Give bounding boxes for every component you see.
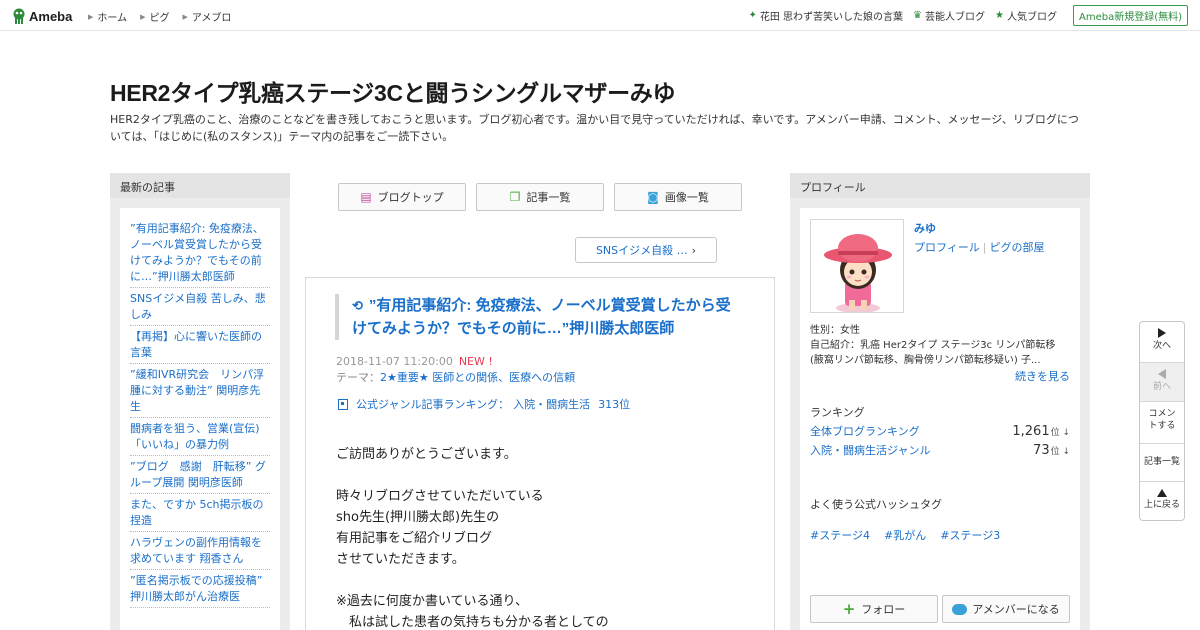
- recent-post-item[interactable]: 闘病者を狙う、営業(宣伝)「いいね」の暴力例: [130, 418, 270, 456]
- main-content: ▤ ブログトップ ❐ 記事一覧 ◙ 画像一覧 SNSイジメ自殺 … › ⟲ ”有用記事紹介…: [305, 173, 775, 630]
- camera-icon: ◙: [647, 190, 659, 204]
- link-separator: |: [982, 241, 987, 254]
- overall-ranking-value: 1,261: [1012, 424, 1050, 439]
- ranking-icon: [338, 398, 348, 410]
- genre-ranking-link[interactable]: 公式ジャンル記事ランキング： 入院・闘病生活 313位: [338, 396, 630, 412]
- hashtag-heading: よく使う公式ハッシュタグ: [810, 498, 942, 511]
- recent-post-item[interactable]: SNSイジメ自殺 苦しみ、悲しみ: [130, 288, 270, 326]
- article-title-block: ⟲ ”有用記事紹介: 免疫療法、ノーベル賞受賞したから受けてみようか？でもその前に…: [335, 294, 745, 340]
- overall-ranking-link[interactable]: 全体ブログランキング: [810, 423, 920, 439]
- logo-text: Ameba: [29, 8, 73, 24]
- article-meta: 2018-11-07 11:20:00 NEW ! テーマ：2★重要★ 医師との関…: [336, 354, 575, 386]
- divider: [1140, 481, 1184, 482]
- divider: [1140, 401, 1184, 402]
- post-list-button[interactable]: ❐ 記事一覧: [476, 183, 604, 211]
- nav-home[interactable]: ▶ ホーム: [88, 9, 127, 25]
- plus-icon: +: [842, 600, 856, 618]
- floating-side-nav: 次へ 前へ コメントする 記事一覧 上に戻る: [1139, 321, 1185, 521]
- recent-post-item[interactable]: ”匿名掲示板での応援投稿” 押川勝太郎がん治療医: [130, 570, 270, 608]
- profile-link[interactable]: プロフィール: [914, 241, 980, 254]
- adjacent-post-button[interactable]: SNSイジメ自殺 … ›: [575, 237, 717, 263]
- prev-post-button[interactable]: 前へ: [1140, 363, 1184, 401]
- recent-post-item[interactable]: ”緩和IVR研究会 リンパ浮腫に対する動注” 関明彦先生: [130, 364, 270, 418]
- document-icon: ▤: [360, 190, 372, 204]
- genre-ranking-value: 73: [1033, 443, 1050, 458]
- profile-links: プロフィール | ピグの部屋: [914, 239, 1045, 255]
- article: ⟲ ”有用記事紹介: 免疫療法、ノーベル賞受賞したから受けてみようか？でもその前に…: [305, 277, 775, 630]
- recent-post-item[interactable]: ハラヴェンの副作用情報を求めています 翔香さん: [130, 532, 270, 570]
- profile-panel: プロフィール みゆ プロフィール | ピグの部屋 性別：女性 自己紹介：乳癌 H…: [790, 173, 1090, 630]
- speech-bubble-icon: [952, 603, 968, 615]
- genre-ranking-link-side[interactable]: 入院・闘病生活ジャンル: [810, 442, 930, 458]
- profile-gender: 性別：女性: [810, 325, 860, 336]
- post-list-side-button[interactable]: 記事一覧: [1140, 456, 1184, 472]
- caret-right-icon: ▶: [140, 12, 146, 21]
- hashtag-list: #ステージ4 #乳がん #ステージ3: [810, 527, 1014, 543]
- theme-label: テーマ：: [336, 371, 380, 384]
- triangle-up-icon: [1157, 489, 1167, 497]
- recent-posts-heading: 最新の記事: [110, 173, 290, 198]
- article-title[interactable]: ⟲ ”有用記事紹介: 免疫療法、ノーベル賞受賞したから受けてみようか？でもその前に…: [352, 294, 745, 340]
- recent-post-item[interactable]: 【再掲】心に響いた医師の言葉: [130, 326, 270, 364]
- triangle-right-icon: [1158, 328, 1166, 338]
- blog-nav-buttons: ▤ ブログトップ ❐ 記事一覧 ◙ 画像一覧: [338, 183, 752, 211]
- profile-intro: 自己紹介：乳癌 Her2タイプ ステージ3c リンパ節転移 (腋窩リンパ節転移、…: [810, 340, 1056, 366]
- copy-icon: ❐: [509, 190, 521, 204]
- amember-button[interactable]: アメンバーになる: [942, 595, 1070, 623]
- hashtag-link[interactable]: #ステージ3: [940, 527, 1000, 543]
- top-right-links: ✦ 花田 思わず苦笑いした娘の言葉 ♛ 芸能人ブログ ★ 人気ブログ Ameba新規登…: [738, 5, 1188, 26]
- divider: [1140, 443, 1184, 444]
- overall-ranking-unit: 位 ↓: [1050, 428, 1070, 438]
- genre-ranking-unit: 位 ↓: [1050, 447, 1070, 457]
- nav-pigg[interactable]: ▶ ピグ: [140, 9, 169, 25]
- next-post-button[interactable]: 次へ: [1140, 328, 1184, 362]
- profile-body: みゆ プロフィール | ピグの部屋 性別：女性 自己紹介：乳癌 Her2タイプ ステ…: [800, 208, 1080, 630]
- blog-description: HER2タイプ乳癌のこと、治療のことなどを書き残しておこうと思います。ブログ初心…: [110, 113, 1079, 143]
- see-more-link[interactable]: 続きを見る: [1015, 368, 1070, 384]
- signup-button[interactable]: Ameba新規登録(無料): [1072, 5, 1188, 26]
- trending-topic-link[interactable]: ✦ 花田 思わず苦笑いした娘の言葉: [748, 8, 903, 23]
- top-nav: ▶ ホーム ▶ ピグ ▶ アメブロ: [88, 9, 244, 25]
- caret-right-icon: ▶: [88, 12, 94, 21]
- star-icon: ★: [995, 10, 1004, 21]
- triangle-left-icon: [1158, 369, 1166, 379]
- crown-icon: ♛: [913, 10, 923, 21]
- avatar-illustration: [811, 220, 903, 312]
- genre-ranking-row: 入院・闘病生活ジャンル 73位 ↓: [810, 442, 1070, 458]
- recent-post-item[interactable]: ”ブログ 感謝 肝転移” グループ展開 関明彦医師: [130, 456, 270, 494]
- popular-blog-link[interactable]: ★ 人気ブログ: [995, 8, 1057, 23]
- caret-right-icon: ▶: [182, 12, 188, 21]
- hashtag-link[interactable]: #乳がん: [884, 527, 926, 543]
- back-to-top-button[interactable]: 上に戻る: [1140, 489, 1184, 519]
- ranking-heading: ランキング: [810, 406, 865, 419]
- article-date: 2018-11-07 11:20:00: [336, 355, 453, 368]
- comment-button[interactable]: コメントする: [1140, 408, 1184, 440]
- recent-posts-list: ”有用記事紹介: 免疫療法、ノーベル賞受賞したから受けてみようか？でもその前に……: [120, 208, 280, 630]
- nav-ameblo[interactable]: ▶ アメブロ: [182, 9, 231, 25]
- blog-top-button[interactable]: ▤ ブログトップ: [338, 183, 466, 211]
- ameba-logo[interactable]: Ameba: [12, 6, 72, 26]
- image-list-button[interactable]: ◙ 画像一覧: [614, 183, 742, 211]
- article-body: ご訪問ありがとうございます。 時々リブログさせていただいている sho先生(押川…: [336, 447, 609, 630]
- recent-post-item[interactable]: ”有用記事紹介: 免疫療法、ノーベル賞受賞したから受けてみようか？でもその前に……: [130, 218, 270, 288]
- recent-posts-panel: 最新の記事 ”有用記事紹介: 免疫療法、ノーベル賞受賞したから受けてみようか？で…: [110, 173, 290, 630]
- celebrity-blog-link[interactable]: ♛ 芸能人ブログ: [913, 8, 985, 23]
- chevron-right-icon: ›: [691, 243, 697, 257]
- pigg-room-link[interactable]: ピグの部屋: [990, 241, 1045, 254]
- hashtag-link[interactable]: #ステージ4: [810, 527, 870, 543]
- overall-ranking-row: 全体ブログランキング 1,261位 ↓: [810, 423, 1070, 439]
- top-bar: Ameba ▶ ホーム ▶ ピグ ▶ アメブロ ✦ 花田 思わず苦笑いした娘の言葉 ♛ 芸…: [0, 0, 1200, 31]
- sparkle-icon: ✦: [748, 10, 757, 21]
- profile-text: 性別：女性 自己紹介：乳癌 Her2タイプ ステージ3c リンパ節転移 (腋窩リ…: [810, 323, 1072, 368]
- ameba-logo-icon: [13, 8, 25, 24]
- blog-title[interactable]: HER2タイプ乳癌ステージ3Cと闘うシングルマザーみゆ: [110, 74, 676, 108]
- theme-link[interactable]: 2★重要★ 医師との関係、医療への信頼: [380, 371, 575, 384]
- new-badge: NEW !: [458, 355, 493, 368]
- avatar[interactable]: [810, 219, 904, 313]
- profile-heading: プロフィール: [790, 173, 1090, 198]
- recent-post-item[interactable]: また、ですか 5ch掲示板の捏造: [130, 494, 270, 532]
- follow-button[interactable]: + フォロー: [810, 595, 938, 623]
- profile-name[interactable]: みゆ: [914, 220, 936, 236]
- reblog-icon: ⟲: [352, 298, 363, 313]
